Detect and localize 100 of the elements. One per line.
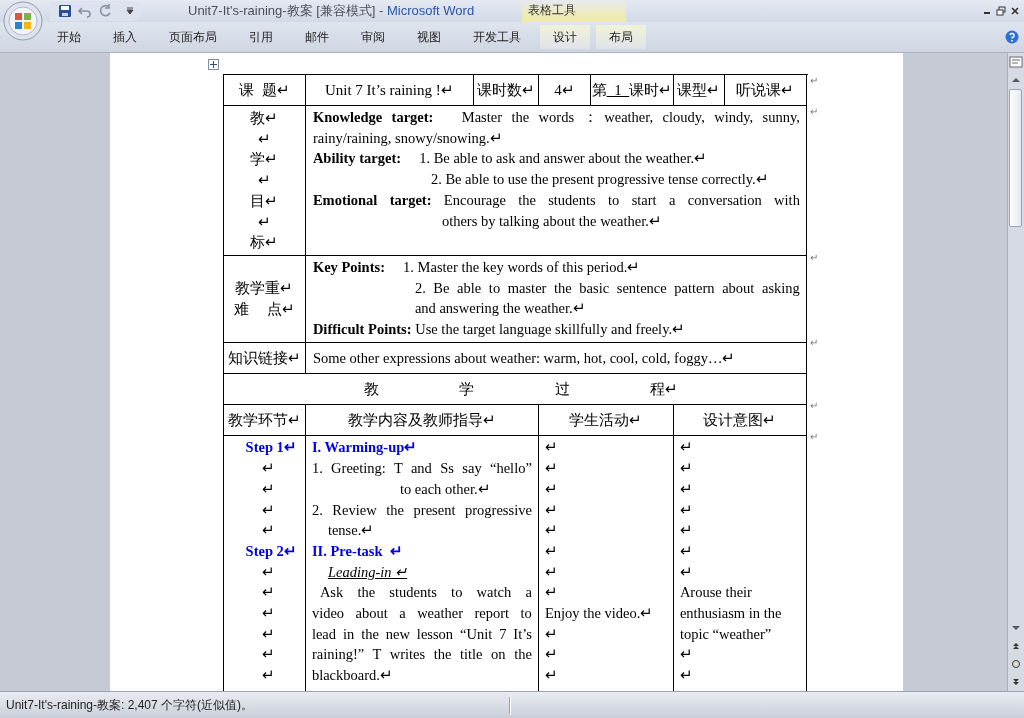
cell-label-line: 教学重↵ [235, 279, 294, 299]
table-cell: 听说课↵ [724, 75, 807, 106]
purpose-line: ↵ [679, 521, 694, 541]
activity-line: ↵ [544, 438, 559, 458]
objective-line: Emotional target: Encourage the students to start a conversation with [312, 190, 800, 210]
purpose-line: Arouse their [679, 583, 753, 603]
activity-line: ↵ [544, 583, 559, 603]
objective-line: Knowledge target: Master the words ：weather, cloudy, windy, sunny, rainy/raining, snowy/snowing.↵ [312, 108, 800, 148]
cell-label-line: ↵ [257, 171, 271, 191]
ribbon-tab[interactable]: 页面布局 [156, 25, 230, 49]
activity-line: ↵ [544, 541, 559, 561]
row-end-mark: ↵ [809, 74, 818, 88]
key-point-line: Key Points: 1. Master the key words of this period.↵ [312, 257, 642, 277]
column-header: 教学环节↵ [223, 405, 306, 437]
step-line: ↵ [260, 583, 276, 603]
purpose-line: ↵ [679, 562, 694, 582]
row-end-mark: ↵ [809, 336, 818, 350]
ribbon-tab[interactable]: 设计 [540, 25, 590, 49]
contextual-group-label: 表格工具 [522, 0, 626, 22]
step-line: ↵ [260, 500, 276, 520]
restore-icon[interactable] [996, 6, 1006, 16]
content-line: I. Warming-up↵ [311, 438, 419, 458]
customize-caret-icon[interactable] [126, 7, 134, 15]
step-line: ↵ [260, 666, 276, 686]
activity-line: Enjoy the video.↵ [544, 604, 655, 624]
activity-line: ↵ [544, 624, 559, 644]
table-cell: 第 1 课时↵ [590, 75, 674, 106]
step-line: ↵ [260, 479, 276, 499]
table-move-handle-icon[interactable] [207, 59, 219, 70]
step-line: Step 1↵ [244, 438, 298, 458]
activity-line: ↵ [544, 521, 559, 541]
column-header: 教学内容及教师指导↵ [305, 405, 539, 437]
table-cell: Unit 7 It’s raining !↵ [305, 75, 474, 106]
row-end-mark: ↵ [809, 430, 818, 444]
content-line: blackboard.↵ [311, 666, 394, 686]
purpose-line: ↵ [679, 479, 694, 499]
status-text: Unit7-It's-raining-教案: 2,407 个字符(近似值)。 [0, 696, 510, 714]
purpose-line: ↵ [679, 459, 694, 479]
section-heading-char: 程↵ [649, 379, 678, 399]
activity-line: ↵ [544, 666, 559, 686]
ribbon-tab[interactable]: 审阅 [348, 25, 398, 49]
browse-object-icon[interactable] [1009, 657, 1023, 671]
ruler-toggle-icon[interactable] [1009, 55, 1023, 69]
cell-label-line: 知识链接↵ [227, 348, 301, 368]
cell-label-line: 学↵ [250, 150, 279, 170]
step-line: ↵ [260, 562, 276, 582]
save-icon[interactable] [58, 4, 72, 18]
section-heading-char: 教 [363, 379, 379, 399]
key-point-line: 2. Be able to master the basic sentence pattern about asking [413, 278, 800, 298]
content-line: video about a weather report to [311, 604, 532, 624]
ribbon-tab[interactable]: 插入 [100, 25, 150, 49]
scroll-thumb[interactable] [1009, 89, 1022, 227]
content-line: II. Pre-task ↵ [311, 541, 404, 561]
activity-line: ↵ [544, 562, 559, 582]
row-end-mark: ↵ [809, 399, 818, 413]
step-line: ↵ [260, 604, 276, 624]
cell-label-line: 难 点↵ [233, 299, 296, 319]
ribbon-tab[interactable]: 视图 [404, 25, 454, 49]
content-line: 2. Review the present progressive [311, 500, 532, 520]
content-line: raining!” T writes the title on the [311, 645, 532, 665]
ribbon-tab[interactable]: 邮件 [292, 25, 342, 49]
ribbon-tab[interactable]: 布局 [596, 25, 646, 49]
section-heading-char: 过 [554, 379, 570, 399]
step-line: ↵ [260, 459, 276, 479]
activity-line: ↵ [544, 459, 559, 479]
purpose-line: topic “weather” [679, 624, 773, 644]
activity-line: ↵ [544, 500, 559, 520]
knowledge-link-text: Some other expressions about weather: warm, hot, cool, cold, foggy…↵ [312, 349, 736, 366]
ribbon-tab[interactable]: 引用 [236, 25, 286, 49]
objective-line: 2. Be able to use the present progressive tense correctly.↵ [429, 170, 770, 190]
activity-line: ↵ [544, 479, 559, 499]
help-icon[interactable] [1005, 30, 1019, 44]
objective-line: Ability target: 1. Be able to ask and answer about the weather.↵ [312, 149, 709, 169]
content-line: 1. Greeting: T and Ss say “hello” [311, 459, 532, 479]
table-cell: 课型↵ [673, 75, 725, 106]
cell-label-line: ↵ [257, 129, 271, 149]
content-line: Leading-in ↵ [326, 562, 409, 582]
purpose-line: ↵ [679, 438, 694, 458]
ribbon-tab[interactable]: 开发工具 [460, 25, 534, 49]
key-point-line: and answering the weather.↵ [413, 299, 587, 319]
section-heading-char: 学 [459, 379, 475, 399]
step-line: ↵ [260, 521, 276, 541]
window-title: Unit7-It's-raining-教案 [兼容模式] - Microsoft Word [188, 2, 475, 20]
close-icon[interactable] [1010, 6, 1020, 16]
column-header: 学生活动↵ [538, 405, 674, 437]
table-cell: 课 题↵ [223, 75, 306, 106]
step-line: Step 2↵ [244, 541, 298, 561]
step-line: ↵ [260, 624, 276, 644]
cell-label-line: ↵ [257, 212, 271, 232]
content-line: Ask the students to watch a [318, 583, 532, 603]
purpose-line: enthusiasm in the [679, 604, 783, 624]
purpose-line: ↵ [679, 541, 694, 561]
purpose-line: ↵ [679, 645, 694, 665]
ribbon-tab[interactable]: 开始 [44, 25, 94, 49]
key-point-line: Difficult Points: Use the target language skillfully and freely.↵ [312, 320, 687, 340]
table-cell: 4↵ [538, 75, 591, 106]
activity-line: ↵ [544, 645, 559, 665]
purpose-line: ↵ [679, 500, 694, 520]
column-header: 设计意图↵ [673, 405, 807, 437]
content-line: lead in the new lesson “Unit 7 It’s [311, 624, 532, 644]
